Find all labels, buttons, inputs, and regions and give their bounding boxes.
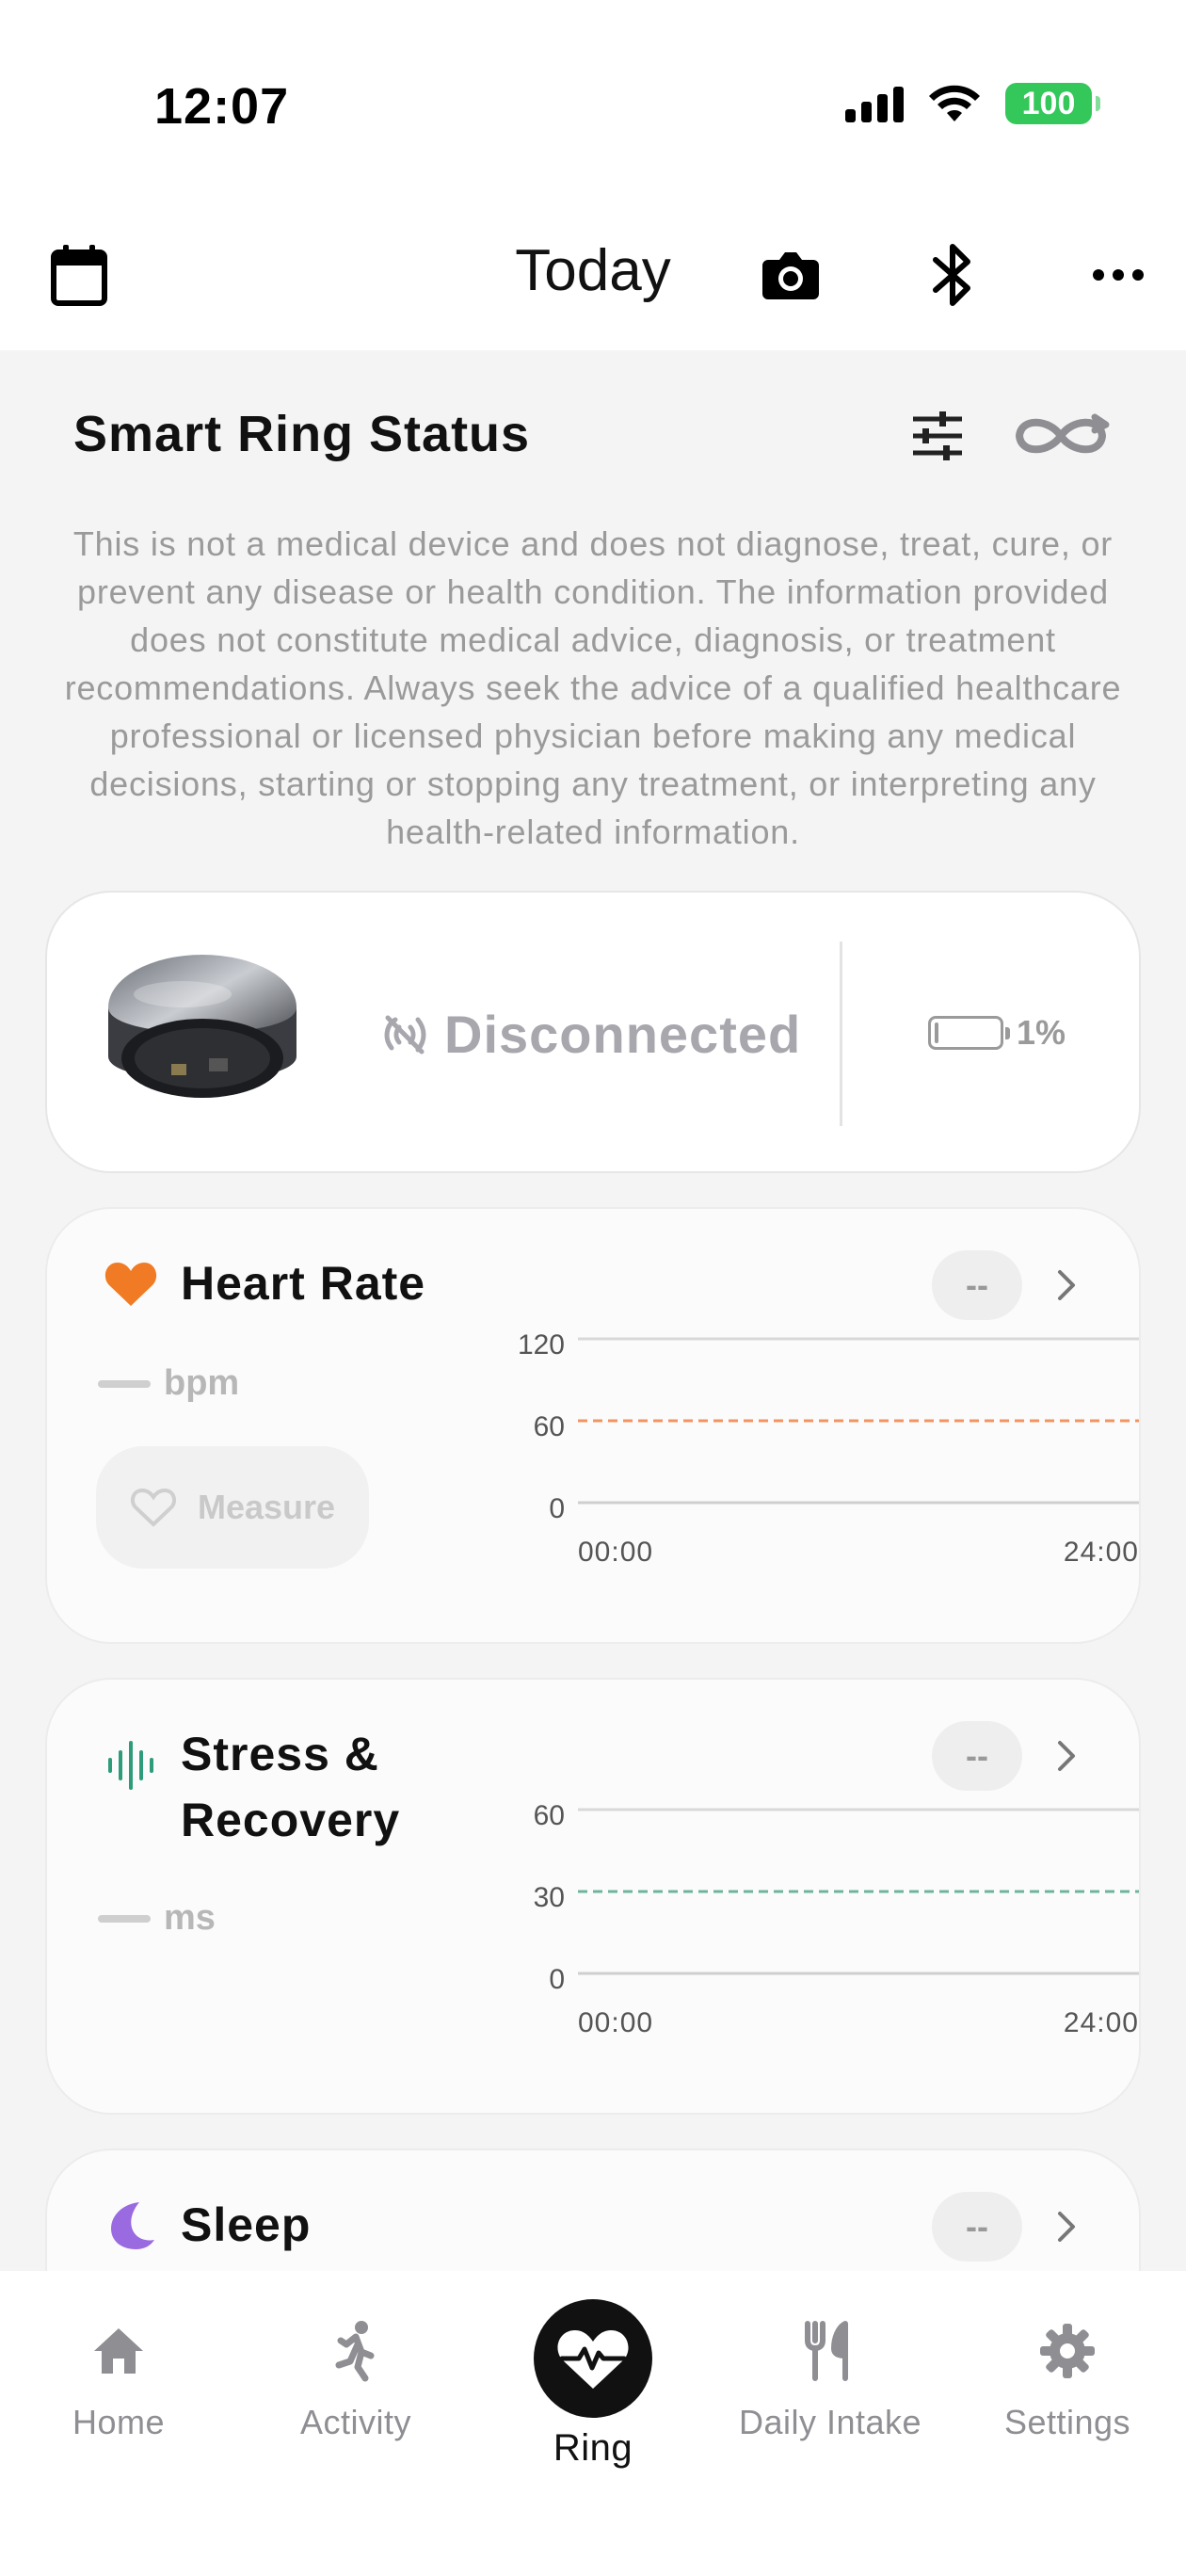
x-tick-label: 00:00: [578, 1537, 653, 1568]
chevron-right-icon[interactable]: [1052, 1262, 1081, 1309]
nav-home-label: Home: [72, 2403, 166, 2441]
nav-ring[interactable]: Ring: [480, 2299, 706, 2470]
nav-ring-label: Ring: [553, 2427, 633, 2469]
y-tick-label: 0: [549, 1964, 565, 1995]
sleep-value-pill: --: [932, 2192, 1022, 2262]
bottom-navigation: Home Activity Ring Daily Intake Settings: [0, 2271, 1186, 2576]
gear-icon: [1034, 2318, 1100, 2384]
x-tick-label: 24:00: [1064, 1537, 1139, 1568]
wifi-icon: [929, 85, 980, 121]
chevron-right-icon[interactable]: [1052, 2203, 1081, 2250]
heart-rate-empty-value: [98, 1380, 151, 1388]
nav-daily-intake-label: Daily Intake: [738, 2403, 922, 2441]
page-title: Today: [515, 238, 671, 303]
heart-pulse-icon: [534, 2299, 652, 2418]
x-tick-label: 00:00: [578, 2007, 653, 2038]
stress-recovery-card[interactable]: Stress & Recovery -- ms 60 30 0 00:00 24…: [45, 1678, 1141, 2115]
heart-rate-unit: bpm: [164, 1363, 240, 1403]
status-icons: 100: [845, 83, 1100, 124]
section-title: Smart Ring Status: [73, 406, 531, 462]
smart-ring-image: [108, 955, 296, 1098]
measure-button[interactable]: Measure: [96, 1446, 369, 1569]
y-tick-label: 60: [534, 1800, 565, 1831]
nav-home[interactable]: Home: [6, 2318, 232, 2442]
heart-rate-value-pill: --: [932, 1250, 1022, 1320]
y-tick-label: 120: [518, 1329, 565, 1360]
measure-button-label: Measure: [197, 1488, 336, 1526]
more-options-icon[interactable]: [1081, 237, 1156, 313]
running-icon: [323, 2318, 389, 2384]
screen: 12:07 100 Today Smart Ring Status This i…: [0, 0, 1186, 2576]
sync-loop-icon[interactable]: [1005, 403, 1116, 469]
nav-activity-label: Activity: [299, 2403, 411, 2441]
camera-icon[interactable]: [753, 237, 828, 313]
disconnected-icon: [384, 1015, 426, 1054]
divider: [840, 942, 842, 1126]
home-icon: [86, 2318, 152, 2384]
battery-indicator: 100: [1005, 83, 1100, 124]
medical-disclaimer: This is not a medical device and does no…: [64, 524, 1122, 851]
ring-status-card[interactable]: Disconnected 1%: [45, 891, 1141, 1173]
ring-battery: 1%: [928, 1013, 1066, 1053]
stress-title-line1: Stress &: [181, 1728, 379, 1780]
stress-chart: 60 30 0 00:00 24:00: [534, 1800, 1139, 2038]
stress-empty-value: [98, 1915, 151, 1923]
cellular-signal-icon: [845, 85, 904, 122]
connection-status: Disconnected: [382, 1004, 801, 1065]
sliders-icon[interactable]: [900, 403, 975, 469]
waveform-icon: [98, 1732, 164, 1798]
nav-settings-label: Settings: [1003, 2403, 1131, 2441]
heart-rate-title: Heart Rate: [181, 1257, 426, 1310]
fork-knife-icon: [797, 2318, 863, 2384]
y-tick-label: 30: [534, 1882, 565, 1913]
header: Today: [0, 217, 1186, 330]
y-tick-label: 0: [549, 1493, 565, 1524]
heart-outline-icon: [130, 1488, 177, 1527]
nav-daily-intake[interactable]: Daily Intake: [717, 2318, 943, 2442]
stress-unit: ms: [164, 1898, 216, 1938]
nav-activity[interactable]: Activity: [243, 2318, 469, 2442]
heart-icon: [98, 1250, 164, 1316]
bluetooth-icon[interactable]: [915, 237, 990, 313]
chevron-right-icon[interactable]: [1052, 1732, 1081, 1779]
battery-icon: [928, 1016, 1010, 1050]
status-time: 12:07: [154, 78, 290, 135]
x-tick-label: 24:00: [1064, 2007, 1139, 2038]
y-tick-label: 60: [534, 1411, 565, 1442]
connection-status-label: Disconnected: [444, 1005, 802, 1064]
moon-icon: [98, 2192, 164, 2258]
stress-value-pill: --: [932, 1721, 1022, 1791]
nav-settings[interactable]: Settings: [954, 2318, 1180, 2442]
heart-rate-card[interactable]: Heart Rate -- bpm Measure 120 60 0 00:00…: [45, 1207, 1141, 1644]
stress-title-line2: Recovery: [181, 1794, 401, 1846]
heart-rate-chart: 120 60 0 00:00 24:00: [518, 1329, 1139, 1568]
ring-battery-percent: 1%: [1017, 1013, 1066, 1052]
sleep-title: Sleep: [181, 2198, 312, 2251]
